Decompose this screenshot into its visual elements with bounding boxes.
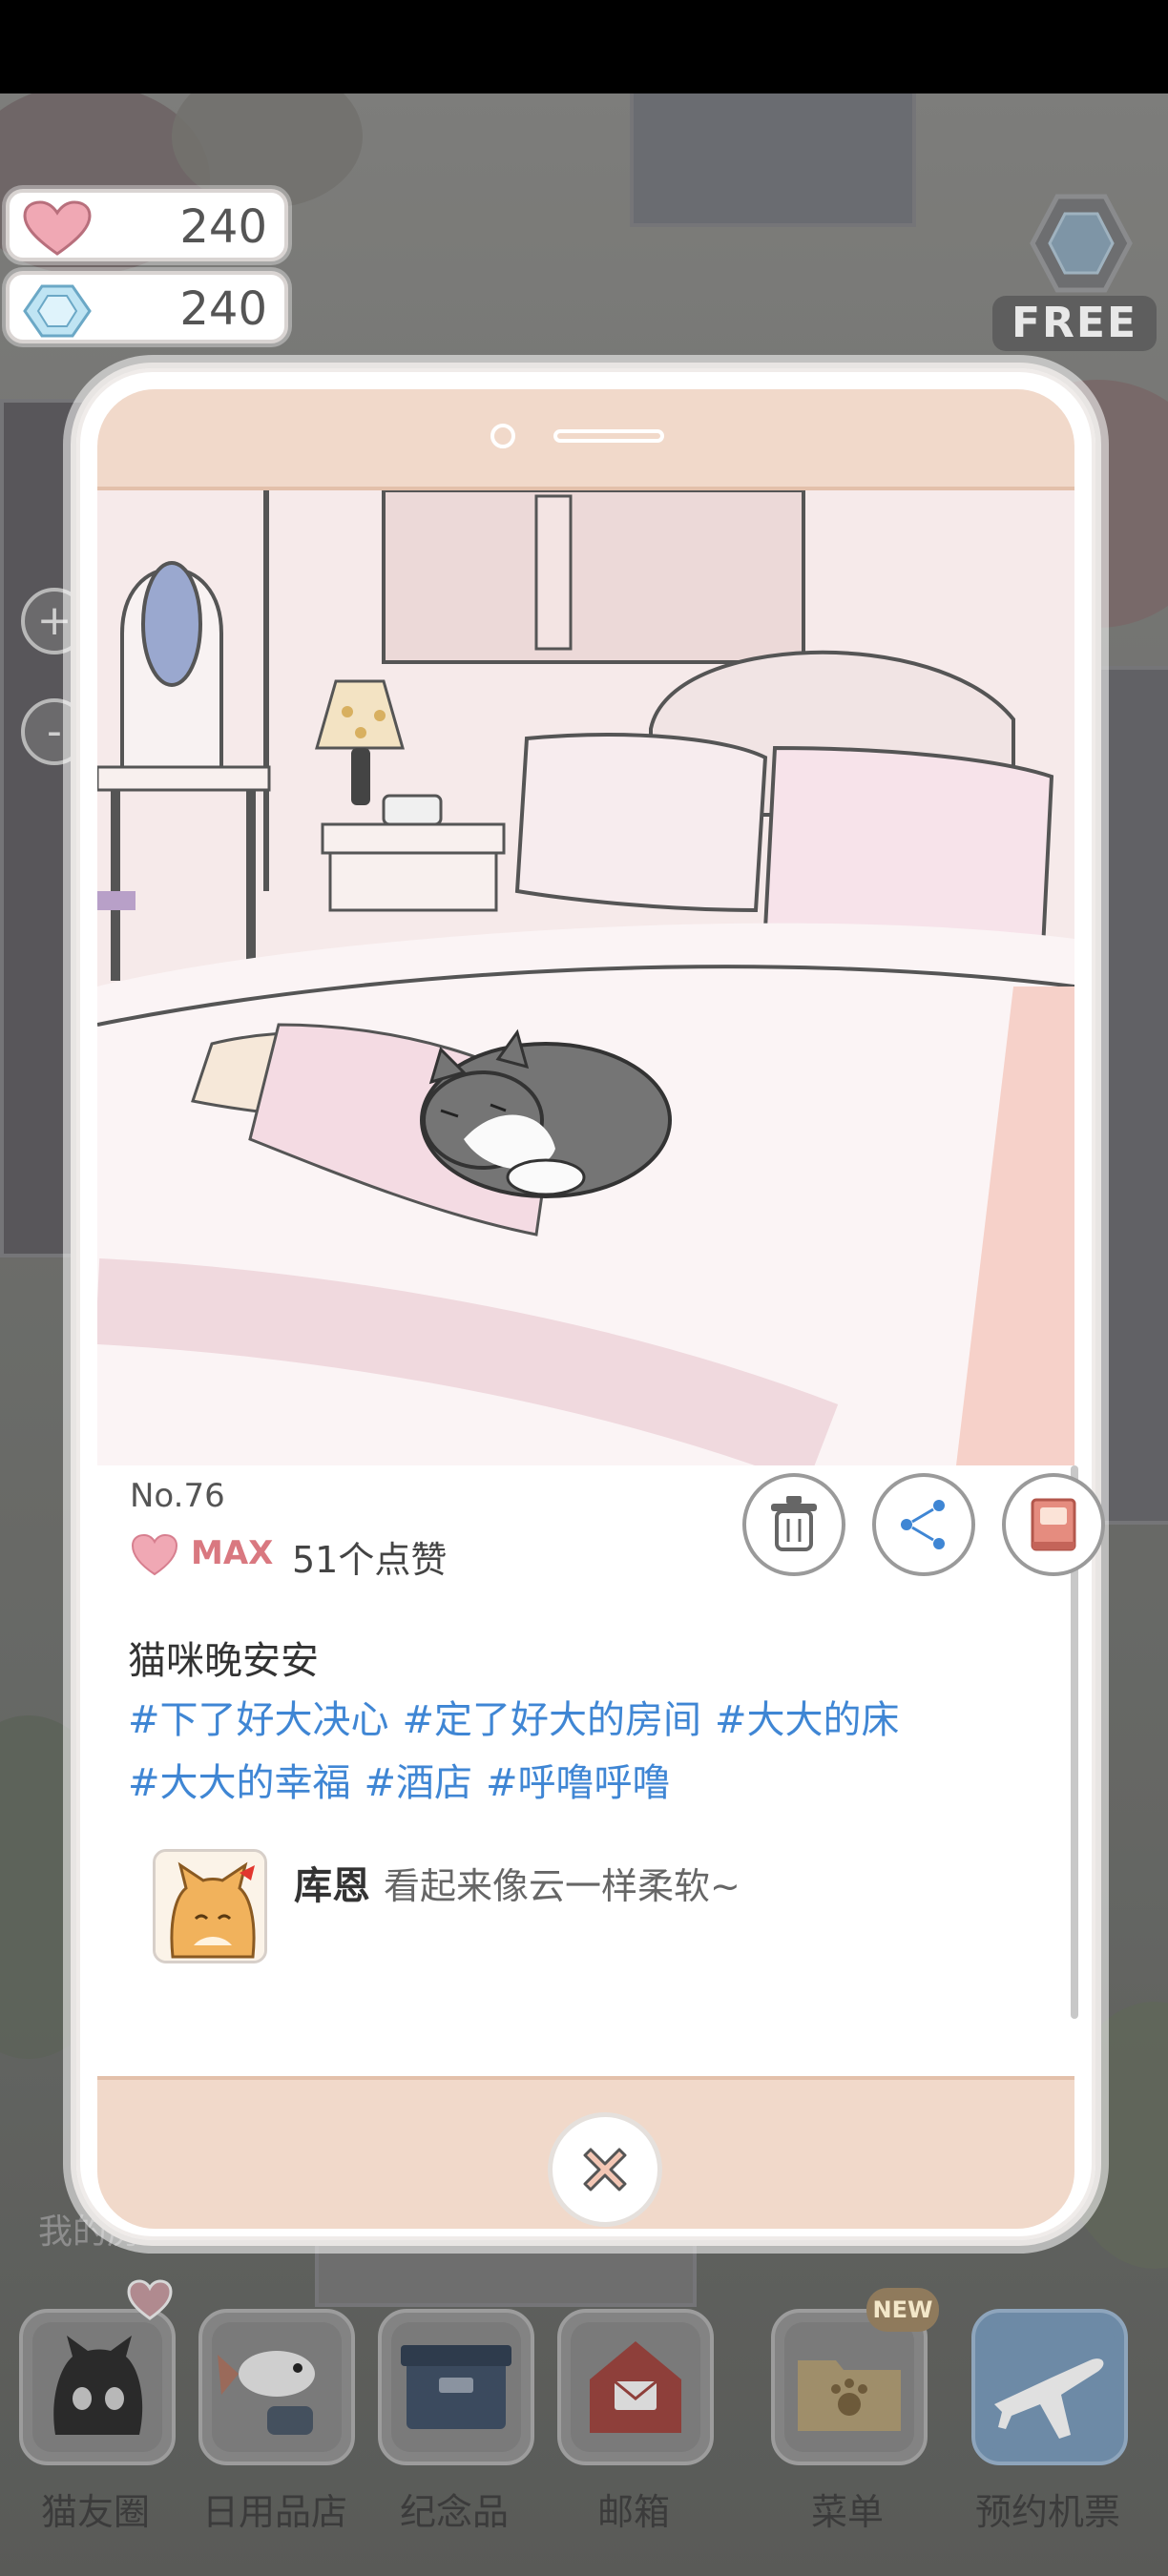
share-button[interactable] (872, 1473, 975, 1576)
free-label: FREE (992, 296, 1157, 351)
mailbox-icon (571, 2322, 700, 2452)
heart-currency-counter: 240 (6, 189, 288, 261)
diamond-icon (23, 284, 92, 338)
box-icon (391, 2322, 521, 2452)
heart-icon (23, 200, 92, 256)
cat-face-icon (32, 2322, 162, 2452)
heart-count: 240 (179, 200, 267, 254)
heart-icon (131, 1533, 178, 1576)
nav-item-daily-store[interactable]: 日用品店 (191, 2271, 359, 2557)
avatar (153, 1849, 267, 1963)
nav-item-cat-friends[interactable]: 猫友圈 (11, 2271, 179, 2557)
hashtag[interactable]: #酒店 (365, 1761, 473, 1805)
nav-label: 预约机票 (974, 2491, 1120, 2533)
phone-top-bezel (97, 389, 1074, 490)
like-count: 51个点赞 (292, 1539, 448, 1581)
share-icon (901, 1500, 945, 1549)
hashtag[interactable]: #大大的幸福 (128, 1761, 351, 1805)
diamond-icon (1030, 194, 1133, 293)
speaker-slot (553, 429, 664, 443)
nav-icon-box (19, 2309, 176, 2465)
post-photo (97, 490, 1074, 1465)
nav-icon-box (971, 2309, 1128, 2465)
post-number: No.76 (130, 1477, 225, 1515)
book-icon (1031, 1498, 1076, 1551)
nav-icon-box (771, 2309, 928, 2465)
hotel-room-illustration (97, 490, 1074, 1465)
affection-level: MAX (191, 1534, 274, 1572)
gem-count: 240 (179, 282, 267, 336)
airplane-icon (985, 2322, 1115, 2452)
folder-icon (784, 2322, 914, 2452)
camera-dot (490, 424, 515, 448)
nav-icon-box (378, 2309, 534, 2465)
nav-item-menu[interactable]: NEW 菜单 (763, 2271, 939, 2557)
koi-fish-icon (212, 2322, 342, 2452)
nav-item-book-ticket[interactable]: 预约机票 (964, 2271, 1132, 2557)
trash-icon (771, 1496, 817, 1551)
post-caption: 猫咪晚安安 (128, 1639, 319, 1683)
free-gem-button[interactable]: FREE (989, 191, 1164, 353)
nav-label: 菜单 (810, 2491, 884, 2533)
phone-bottom-bezel (97, 2076, 1074, 2229)
comment-author: 库恩 (294, 1864, 370, 1908)
post-info-panel: No.76 MAX 51个点赞 猫咪晚安安 #下了好大决心 #定了好大的房间 #… (97, 1465, 1105, 2067)
nav-label: 纪念品 (399, 2491, 509, 2533)
comment: 库恩 看起来像云一样柔软~ (153, 1849, 1050, 1963)
hashtag[interactable]: #下了好大决心 (128, 1698, 389, 1742)
nav-item-souvenirs[interactable]: 纪念品 (370, 2271, 538, 2557)
hashtag[interactable]: #大大的床 (715, 1698, 900, 1742)
hashtag[interactable]: #定了好大的房间 (403, 1698, 702, 1742)
nav-icon-box (198, 2309, 355, 2465)
hashtag-list: #下了好大决心 #定了好大的房间 #大大的床 #大大的幸福 #酒店 #呼噜呼噜 (128, 1689, 1044, 1815)
close-button[interactable] (548, 2112, 662, 2227)
nav-label: 日用品店 (201, 2491, 347, 2533)
orange-cat-avatar-icon (156, 1852, 264, 1961)
hashtag[interactable]: #呼噜呼噜 (486, 1761, 671, 1805)
bottom-navigation: 猫友圈 日用品店 纪念品 邮箱 NEW 菜单 预约机票 (0, 2271, 1168, 2576)
nav-label: 猫友圈 (40, 2491, 150, 2533)
nav-label: 邮箱 (596, 2491, 670, 2533)
nav-item-mailbox[interactable]: 邮箱 (550, 2271, 718, 2557)
nav-icon-box (557, 2309, 714, 2465)
close-icon (583, 2148, 627, 2192)
status-bar (0, 0, 1168, 93)
heart-icon (127, 2279, 173, 2320)
gem-currency-counter: 240 (6, 271, 288, 343)
album-button[interactable] (1002, 1473, 1105, 1576)
new-badge: NEW (866, 2288, 939, 2332)
photo-post-dialog: No.76 MAX 51个点赞 猫咪晚安安 #下了好大决心 #定了好大的房间 #… (71, 363, 1105, 2246)
comment-text: 看起来像云一样柔软~ (384, 1865, 740, 1907)
delete-button[interactable] (742, 1473, 845, 1576)
